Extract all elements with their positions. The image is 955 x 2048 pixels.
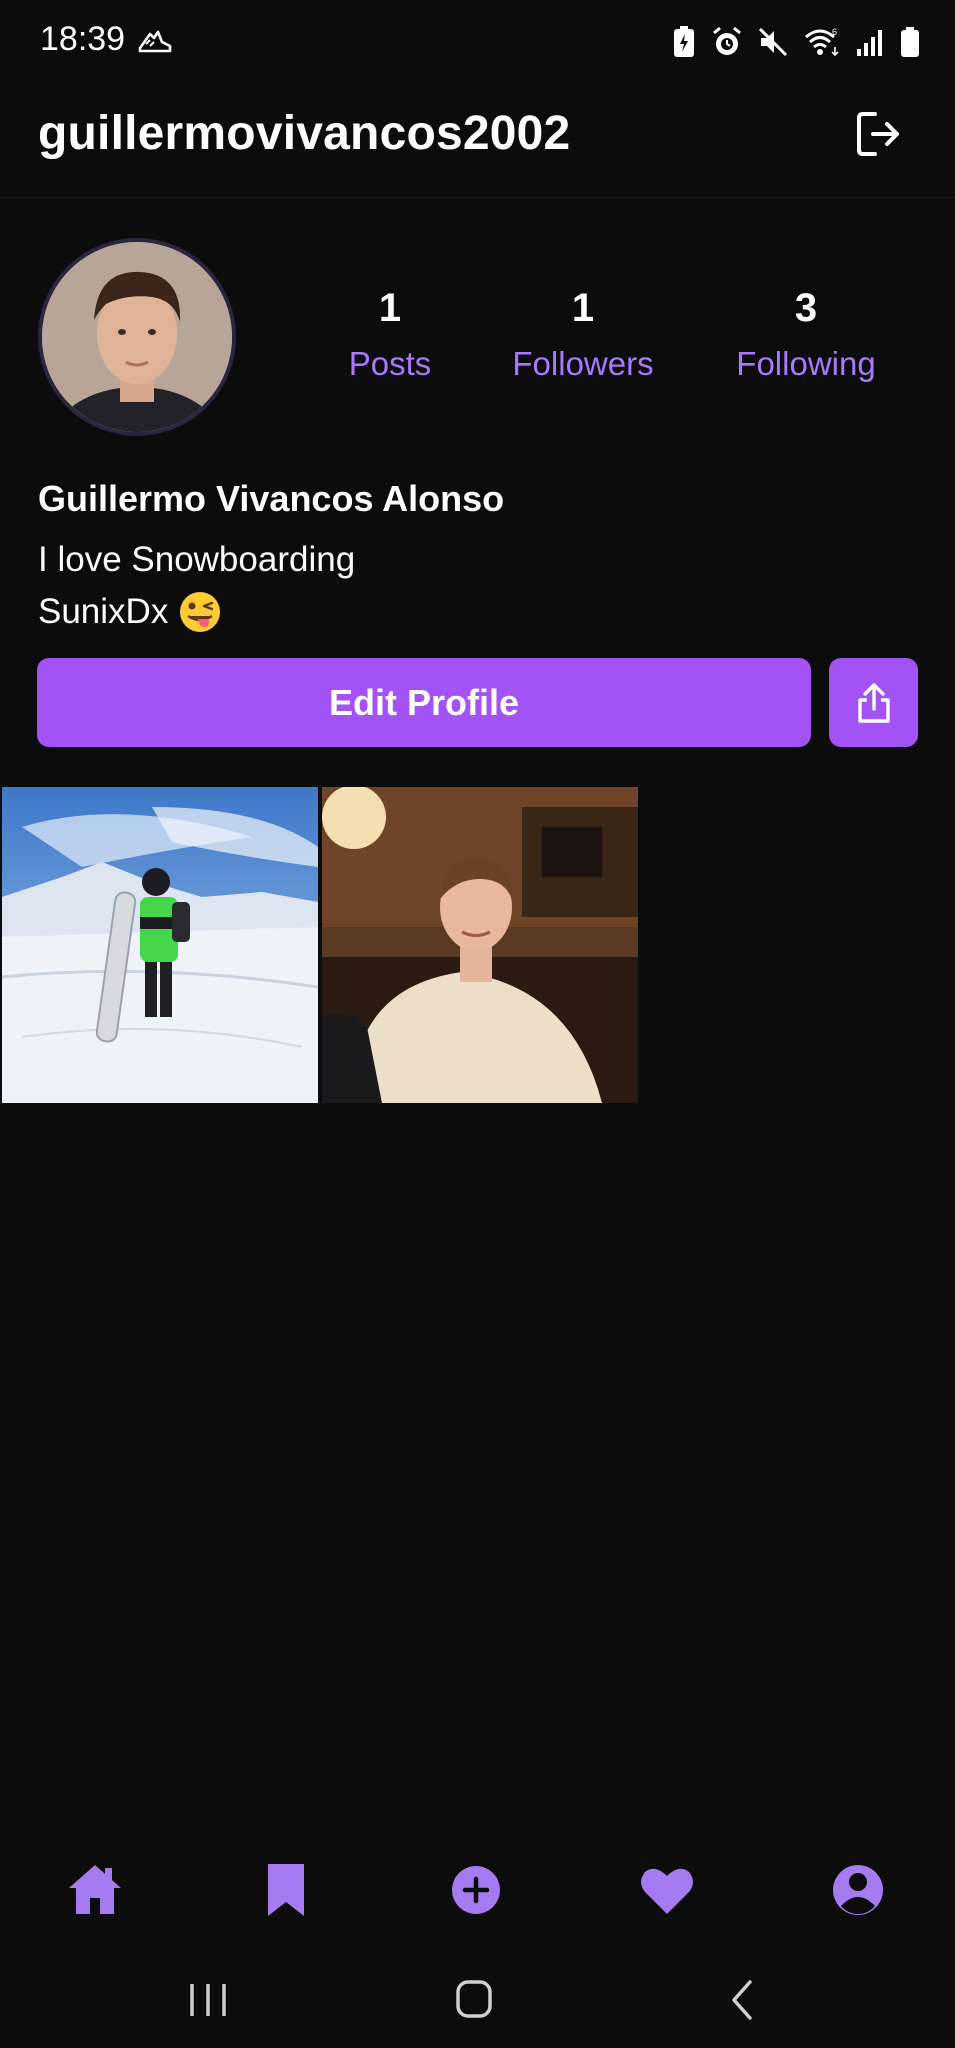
following-count: 3 bbox=[794, 286, 818, 330]
following-stat[interactable]: 3 Following bbox=[706, 280, 906, 392]
home-button-icon[interactable] bbox=[454, 1978, 494, 2022]
wifi-icon: 6 bbox=[805, 27, 839, 57]
full-name: Guillermo Vivancos Alonso bbox=[38, 478, 505, 519]
profile-stats: 1 Posts 1 Followers 3 Following bbox=[300, 280, 920, 400]
add-circle-icon[interactable] bbox=[446, 1860, 506, 1920]
status-time: 18:39 bbox=[40, 20, 126, 58]
snowboard-photo bbox=[2, 787, 318, 1103]
heart-icon[interactable] bbox=[637, 1860, 697, 1920]
profile-header: guillermovivancos2002 bbox=[0, 80, 955, 198]
profile-screen: 18:39 6 guillermovivancos2002 1 Posts 1 … bbox=[0, 0, 955, 2048]
status-icons: 6 bbox=[671, 22, 921, 62]
avatar-image bbox=[42, 242, 232, 432]
home-icon[interactable] bbox=[65, 1860, 125, 1920]
bio-line-1: I love Snowboarding bbox=[38, 540, 356, 579]
alarm-icon bbox=[713, 26, 741, 55]
back-icon[interactable] bbox=[726, 1978, 756, 2022]
status-bar: 18:39 6 bbox=[0, 0, 955, 80]
following-label: Following bbox=[736, 345, 876, 382]
followers-label: Followers bbox=[512, 345, 654, 382]
posts-count: 1 bbox=[378, 286, 402, 330]
restaurant-photo bbox=[322, 787, 638, 1103]
edit-profile-button[interactable]: Edit Profile bbox=[37, 658, 811, 747]
post-thumbnail[interactable] bbox=[2, 787, 318, 1103]
post-thumbnail[interactable] bbox=[322, 787, 638, 1103]
battery-saver-icon bbox=[674, 26, 694, 57]
followers-count: 1 bbox=[571, 286, 595, 330]
bottom-navigation bbox=[0, 1840, 955, 1940]
bookmark-icon[interactable] bbox=[256, 1860, 316, 1920]
posts-label: Posts bbox=[348, 345, 432, 382]
profile-icon[interactable] bbox=[828, 1860, 888, 1920]
share-button[interactable] bbox=[829, 658, 918, 747]
winking-face-tongue-icon bbox=[180, 592, 221, 632]
logout-icon[interactable] bbox=[853, 108, 905, 160]
recent-apps-icon[interactable] bbox=[186, 1980, 230, 2020]
followers-stat[interactable]: 1 Followers bbox=[483, 280, 683, 392]
bio-line-2-text: SunixDx bbox=[38, 592, 169, 631]
sneaker-icon bbox=[138, 30, 172, 53]
bio-line-2: SunixDx bbox=[38, 590, 222, 634]
mute-icon bbox=[758, 27, 788, 57]
battery-icon bbox=[901, 27, 919, 57]
signal-icon bbox=[857, 30, 882, 56]
svg-text:6: 6 bbox=[832, 27, 837, 37]
avatar[interactable] bbox=[38, 238, 236, 436]
share-icon bbox=[857, 682, 890, 723]
username-title: guillermovivancos2002 bbox=[38, 107, 571, 160]
posts-stat[interactable]: 1 Posts bbox=[290, 280, 490, 392]
system-navigation-bar bbox=[0, 1940, 955, 2048]
